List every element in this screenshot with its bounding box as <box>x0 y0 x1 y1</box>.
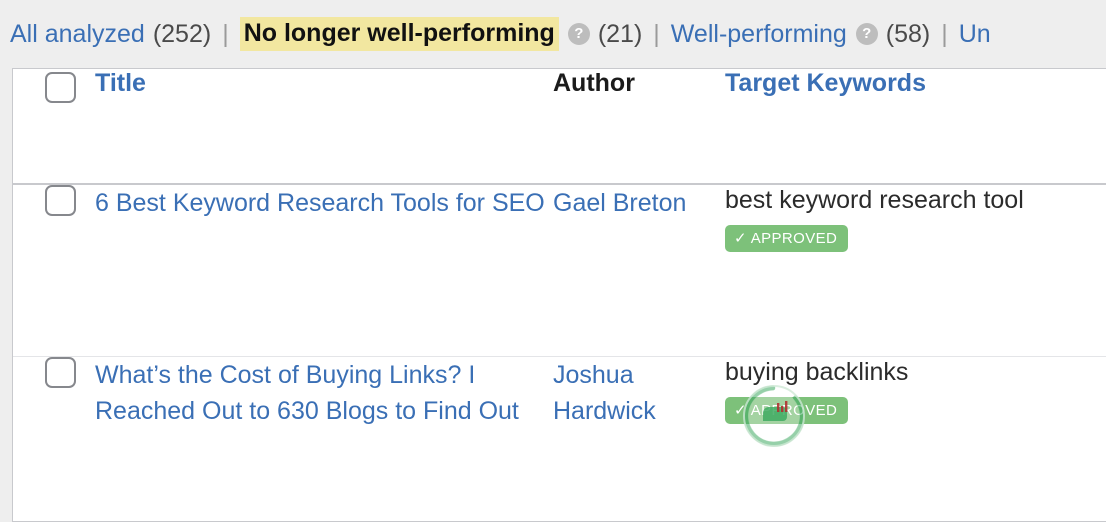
filter-separator: | <box>222 19 229 48</box>
table-row: 6 Best Keyword Research Tools for SEO Ga… <box>13 184 1106 356</box>
post-title-link[interactable]: 6 Best Keyword Research Tools for SEO <box>95 185 553 221</box>
filter-all-analyzed[interactable]: All analyzed (252) <box>10 20 211 49</box>
table-row: What’s the Cost of Buying Links? I Reach… <box>13 356 1106 521</box>
target-keyword-text: best keyword research tool <box>725 186 1024 214</box>
filter-well-performing-label[interactable]: Well-performing <box>671 20 847 49</box>
filter-separator: | <box>653 19 660 48</box>
filter-separator: | <box>941 19 948 48</box>
column-header-author-cell: Author <box>553 69 725 185</box>
filter-all-analyzed-count: (252) <box>152 19 212 48</box>
filter-all-analyzed-label[interactable]: All analyzed <box>10 20 145 49</box>
select-all-cell <box>13 69 95 185</box>
approved-status-badge[interactable]: ✓ APPROVED <box>725 396 849 424</box>
column-header-title[interactable]: Title <box>95 69 146 97</box>
column-header-target-keywords[interactable]: Target Keywords <box>725 69 926 97</box>
table-body: 6 Best Keyword Research Tools for SEO Ga… <box>13 184 1106 521</box>
filter-well-performing[interactable]: Well-performing ? (58) <box>671 20 930 49</box>
filter-unanalyzed-label[interactable]: Un <box>959 20 991 49</box>
table-header-row: Title Author Target Keywords <box>13 69 1106 185</box>
column-header-author: Author <box>553 69 635 97</box>
column-header-keywords-cell: Target Keywords <box>725 69 1106 185</box>
row-select-cell <box>13 184 95 356</box>
row-select-cell <box>13 356 95 521</box>
posts-table-container: Title Author Target Keywords 6 Best Keyw… <box>12 68 1106 522</box>
row-keywords-cell: best keyword research tool ✓ APPROVED <box>725 184 1106 356</box>
approved-status-badge[interactable]: ✓ APPROVED <box>725 225 849 252</box>
analysis-filter-bar: All analyzed (252) | No longer well-perf… <box>0 0 1106 68</box>
row-select-checkbox[interactable] <box>45 185 76 216</box>
post-author-link[interactable]: Gael Breton <box>553 185 725 221</box>
select-all-checkbox[interactable] <box>45 72 76 103</box>
row-select-checkbox[interactable] <box>45 356 76 388</box>
row-author-cell: Gael Breton <box>553 184 725 356</box>
filter-no-longer-well-performing[interactable]: No longer well-performing ? (21) <box>239 17 643 51</box>
posts-table: Title Author Target Keywords 6 Best Keyw… <box>13 69 1106 521</box>
row-title-cell: What’s the Cost of Buying Links? I Reach… <box>95 356 553 521</box>
table-header: Title Author Target Keywords <box>13 69 1106 185</box>
post-author-link[interactable]: Joshua Hardwick <box>553 357 725 429</box>
filter-no-longer-well-performing-label[interactable]: No longer well-performing <box>239 17 559 51</box>
filter-no-longer-well-performing-count: (21) <box>597 19 643 48</box>
target-keyword-text: buying backlinks <box>725 357 909 386</box>
filter-unanalyzed[interactable]: Un <box>959 20 991 49</box>
question-mark-circle-icon[interactable]: ? <box>567 23 590 45</box>
question-mark-circle-icon[interactable]: ? <box>855 23 878 45</box>
column-header-title-cell: Title <box>95 69 553 185</box>
row-author-cell: Joshua Hardwick <box>553 356 725 521</box>
row-keywords-cell: buying backlinks ✓ APPROVED <box>725 356 1106 521</box>
row-title-cell: 6 Best Keyword Research Tools for SEO <box>95 184 553 356</box>
filter-well-performing-count: (58) <box>885 19 931 48</box>
post-title-link[interactable]: What’s the Cost of Buying Links? I Reach… <box>95 357 553 429</box>
